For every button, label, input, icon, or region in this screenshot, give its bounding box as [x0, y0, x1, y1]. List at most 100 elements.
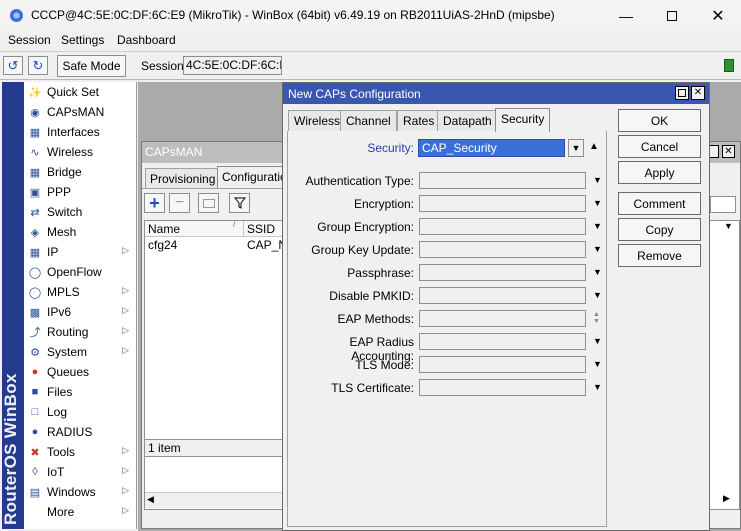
- minimize-button[interactable]: —: [603, 0, 649, 31]
- encryption-field[interactable]: [419, 195, 586, 212]
- session-field[interactable]: 4C:5E:0C:DF:6C:E9: [183, 56, 282, 75]
- comment-icon: [202, 198, 215, 208]
- chevron-down-icon[interactable]: ▼: [593, 382, 602, 392]
- safe-mode-button[interactable]: Safe Mode: [57, 55, 126, 77]
- log-icon: □: [31, 406, 39, 418]
- menu-session[interactable]: Session: [8, 33, 51, 47]
- collapse-icon[interactable]: ▲: [589, 141, 599, 152]
- magic-wand-icon: ✨: [28, 86, 42, 99]
- menu-settings[interactable]: Settings: [61, 33, 104, 47]
- sidebar-item-radius[interactable]: ● RADIUS: [24, 422, 137, 442]
- sidebar-item-openflow[interactable]: ◯ OpenFlow: [24, 262, 137, 282]
- eap-methods-field[interactable]: [419, 310, 586, 327]
- configuration-table: Name / SSID cfg24 CAP_N ◀: [144, 219, 287, 510]
- group-encryption-field[interactable]: [419, 218, 586, 235]
- sidebar-item-label: RADIUS: [47, 425, 93, 439]
- remove-button[interactable]: −: [169, 193, 190, 213]
- authentication-type-field[interactable]: [419, 172, 586, 189]
- chevron-down-icon[interactable]: ▼: [593, 336, 602, 346]
- security-tab-panel: Security: CAP_Security ▼ ▲ Authenticatio…: [287, 131, 607, 527]
- security-dropdown-button[interactable]: ▼: [568, 139, 584, 157]
- tab-security[interactable]: Security: [495, 108, 551, 132]
- chevron-down-icon[interactable]: ▼: [593, 267, 602, 277]
- filter-button[interactable]: [229, 193, 250, 213]
- close-icon: ✕: [693, 87, 703, 98]
- tab-rates[interactable]: Rates: [397, 110, 441, 131]
- chevron-down-icon[interactable]: ▼: [593, 221, 602, 231]
- sidebar-item-ip[interactable]: ▦ IP ▷: [24, 242, 137, 262]
- comment-button[interactable]: [198, 193, 219, 213]
- sidebar-item-interfaces[interactable]: ▦ Interfaces: [24, 122, 137, 142]
- comment-button[interactable]: Comment: [618, 192, 701, 215]
- column-header-name[interactable]: Name: [148, 222, 180, 236]
- chevron-down-icon[interactable]: ▼: [593, 359, 602, 369]
- sidebar-item-tools[interactable]: ✖ Tools ▷: [24, 442, 137, 462]
- dialog-restore-button[interactable]: [675, 86, 689, 100]
- maximize-button[interactable]: [649, 0, 695, 31]
- passphrase-field[interactable]: [419, 264, 586, 281]
- tab-channel[interactable]: Channel: [340, 110, 397, 131]
- ok-button[interactable]: OK: [618, 109, 701, 132]
- sidebar-item-log[interactable]: □ Log: [24, 402, 137, 422]
- cancel-button[interactable]: Cancel: [618, 135, 701, 158]
- submenu-arrow-icon: ▷: [122, 505, 129, 515]
- dialog-title[interactable]: New CAPs Configuration: [283, 83, 709, 104]
- chevron-down-icon[interactable]: ▼: [593, 244, 602, 254]
- table-row[interactable]: cfg24 CAP_N: [145, 237, 287, 253]
- group-key-update-field[interactable]: [419, 241, 586, 258]
- updown-icon[interactable]: ▲ ▼: [593, 311, 600, 325]
- sidebar-item-wireless[interactable]: ∿ Wireless: [24, 142, 137, 162]
- window-close-button[interactable]: ✕: [722, 145, 735, 158]
- copy-button[interactable]: Copy: [618, 218, 701, 241]
- tls-mode-field[interactable]: [419, 356, 586, 373]
- sidebar-item-ppp[interactable]: ▣ PPP: [24, 182, 137, 202]
- sidebar-item-label: MPLS: [47, 285, 80, 299]
- more-icon: [27, 504, 43, 520]
- sidebar-item-label: IoT: [47, 465, 65, 479]
- sidebar-item-bridge[interactable]: ▦ Bridge: [24, 162, 137, 182]
- chevron-down-icon[interactable]: ▼: [593, 198, 602, 208]
- chevron-down-icon[interactable]: ▼: [593, 290, 602, 300]
- eap-radius-accounting-field[interactable]: [419, 333, 586, 350]
- apply-button[interactable]: Apply: [618, 161, 701, 184]
- undo-button[interactable]: ↺: [3, 56, 23, 75]
- redo-button[interactable]: ↻: [28, 56, 48, 75]
- remove-button[interactable]: Remove: [618, 244, 701, 267]
- find-field[interactable]: [710, 196, 736, 213]
- tab-provisioning[interactable]: Provisioning: [145, 168, 221, 188]
- submenu-arrow-icon: ▷: [122, 325, 129, 335]
- sidebar-item-mpls[interactable]: ◯ MPLS ▷: [24, 282, 137, 302]
- sidebar-item-capsman[interactable]: ◉ CAPsMAN: [24, 102, 137, 122]
- security-select[interactable]: CAP_Security: [418, 139, 565, 157]
- sidebar-item-ipv6[interactable]: ▩ IPv6 ▷: [24, 302, 137, 322]
- background-list: ▼ ▶: [706, 220, 740, 510]
- tab-wireless[interactable]: Wireless: [288, 110, 347, 131]
- sidebar-item-mesh[interactable]: ◈ Mesh: [24, 222, 137, 242]
- sidebar-item-switch[interactable]: ⇄ Switch: [24, 202, 137, 222]
- column-dropdown-icon[interactable]: ▼: [724, 221, 733, 231]
- encryption-label: Encryption:: [353, 197, 414, 211]
- disable-pmkid-field[interactable]: [419, 287, 586, 304]
- chevron-down-icon[interactable]: ▼: [593, 175, 602, 185]
- sidebar-item-more[interactable]: More ▷: [24, 502, 137, 522]
- close-button[interactable]: ✕: [695, 0, 741, 31]
- sidebar-item-files[interactable]: ■ Files: [24, 382, 137, 402]
- scroll-right-icon[interactable]: ▶: [723, 493, 730, 504]
- column-header-ssid[interactable]: SSID: [247, 222, 275, 236]
- sidebar-item-system[interactable]: ⚙ System ▷: [24, 342, 137, 362]
- close-icon: ✕: [724, 146, 733, 157]
- dialog-close-button[interactable]: ✕: [691, 86, 705, 100]
- menu-dashboard[interactable]: Dashboard: [117, 33, 176, 47]
- sidebar-item-iot[interactable]: ◊ IoT ▷: [24, 462, 137, 482]
- scroll-left-icon: ◀: [147, 494, 154, 504]
- sidebar-item-windows[interactable]: ▤ Windows ▷: [24, 482, 137, 502]
- tls-certificate-field[interactable]: [419, 379, 586, 396]
- sidebar-item-routing[interactable]: ⤴ Routing ▷: [24, 322, 137, 342]
- sidebar-item-queues[interactable]: ● Queues: [24, 362, 137, 382]
- tab-datapath[interactable]: Datapath: [437, 110, 498, 131]
- sidebar-item-label: Files: [47, 385, 73, 399]
- capsman-window-title[interactable]: CAPsMAN: [142, 142, 285, 163]
- sidebar-item-quick-set[interactable]: ✨ Quick Set: [24, 82, 137, 102]
- horizontal-scrollbar[interactable]: ◀: [145, 492, 282, 508]
- add-button[interactable]: +: [144, 193, 165, 213]
